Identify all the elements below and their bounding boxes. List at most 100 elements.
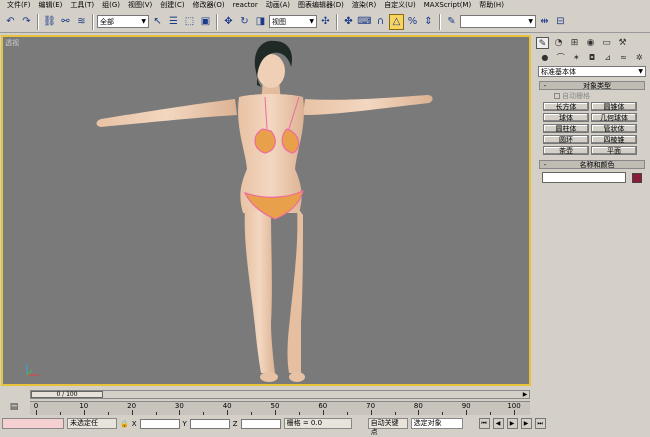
- teapot-button[interactable]: 茶壶: [543, 146, 589, 155]
- menu-bar: 文件(F) 编辑(E) 工具(T) 组(G) 视图(V) 创建(C) 修改器(O) react…: [0, 0, 650, 11]
- hierarchy-tab-icon[interactable]: ⊞: [568, 37, 581, 49]
- redo-icon[interactable]: ↷: [19, 14, 34, 30]
- auto-key-button[interactable]: 自动关键点: [367, 418, 408, 436]
- reference-coord-dropdown[interactable]: 视图 ▼: [269, 15, 317, 28]
- shapes-icon[interactable]: ⌒: [554, 52, 568, 64]
- go-to-end-icon[interactable]: ⏭: [534, 418, 546, 429]
- maxscript-listener-box[interactable]: [2, 418, 64, 429]
- menu-item-1[interactable]: 编辑(E): [35, 0, 67, 11]
- ruler-tick: [298, 412, 300, 415]
- object-type-rollout[interactable]: - 对象类型: [539, 81, 645, 90]
- selection-filter-dropdown[interactable]: 全部 ▼: [97, 15, 149, 28]
- sphere-button[interactable]: 球体: [543, 113, 589, 122]
- undo-icon[interactable]: ↶: [3, 14, 18, 30]
- named-selection-icon[interactable]: ✎: [444, 14, 459, 30]
- object-color-swatch[interactable]: [632, 172, 642, 183]
- object-type-title: 对象类型: [583, 81, 611, 90]
- utilities-tab-icon[interactable]: ⚒: [616, 37, 629, 49]
- scale-icon[interactable]: ◨: [253, 14, 268, 30]
- rect-region-icon[interactable]: ⬚: [182, 14, 197, 30]
- torus-button[interactable]: 圆环: [543, 135, 589, 144]
- plane-button[interactable]: 平面: [591, 146, 637, 155]
- name-color-rollout[interactable]: - 名称和颜色: [539, 160, 645, 169]
- keyboard-shortcut-icon[interactable]: ⌨: [357, 14, 372, 30]
- ruler-tick: [418, 410, 420, 415]
- x-coordinate-input[interactable]: [139, 418, 180, 429]
- angle-snap-icon[interactable]: △: [389, 13, 404, 30]
- menu-item-2[interactable]: 工具(T): [66, 0, 98, 11]
- spinner-snap-icon[interactable]: ⇕: [421, 14, 436, 30]
- menu-item-8[interactable]: 动画(A): [262, 0, 294, 11]
- selected-object-dropdown[interactable]: 选定对象: [410, 418, 463, 429]
- align-icon[interactable]: ⊟: [553, 14, 568, 30]
- lights-icon[interactable]: ✶: [569, 52, 583, 64]
- time-slider-thumb[interactable]: 0 / 100: [31, 391, 103, 398]
- x-label: X: [131, 419, 137, 428]
- command-panel: ✎ ◔ ⊞ ◉ ▭ ⚒ ● ⌒ ✶ ◘ ⊿ ≈ ✲ 标准基本体 ▼ - 对象类型 自…: [534, 35, 650, 386]
- previous-key-icon[interactable]: ◀: [492, 418, 504, 429]
- display-tab-icon[interactable]: ▭: [600, 37, 613, 49]
- go-to-start-icon[interactable]: ⏮: [478, 418, 490, 429]
- cylinder-button[interactable]: 圆柱体: [543, 124, 589, 133]
- menu-item-12[interactable]: MAXScript(M): [420, 0, 475, 11]
- perspective-viewport[interactable]: 透视: [1, 35, 531, 386]
- cameras-icon[interactable]: ◘: [585, 52, 599, 64]
- menu-item-13[interactable]: 帮助(H): [475, 0, 508, 11]
- box-button[interactable]: 长方体: [543, 102, 589, 111]
- ruler-tick: [490, 412, 492, 415]
- trackbar-icon[interactable]: ▤: [4, 402, 24, 414]
- percent-snap-icon[interactable]: %: [405, 14, 420, 30]
- menu-item-0[interactable]: 文件(F): [3, 0, 35, 11]
- menu-item-10[interactable]: 渲染(R): [348, 0, 380, 11]
- track-bar[interactable]: 0 10 20 30 40 50 60 70 80 90 100: [30, 401, 530, 415]
- geometry-category-dropdown[interactable]: 标准基本体 ▼: [538, 66, 646, 77]
- selection-filter-value: 全部: [100, 17, 114, 26]
- create-tab-icon[interactable]: ✎: [536, 37, 549, 49]
- menu-item-11[interactable]: 自定义(U): [380, 0, 420, 11]
- z-coordinate-input[interactable]: [240, 418, 281, 429]
- ruler-tick: [179, 410, 181, 415]
- spacewarps-icon[interactable]: ≈: [617, 52, 631, 64]
- select-by-name-icon[interactable]: ☰: [166, 14, 181, 30]
- menu-item-3[interactable]: 组(G): [98, 0, 124, 11]
- motion-tab-icon[interactable]: ◉: [584, 37, 597, 49]
- helpers-icon[interactable]: ⊿: [601, 52, 615, 64]
- menu-item-4[interactable]: 视图(V): [124, 0, 156, 11]
- named-selection-dropdown[interactable]: ▼: [460, 15, 536, 28]
- y-coordinate-input[interactable]: [189, 418, 230, 429]
- time-slider[interactable]: ◀ 0 / 100 ▶: [30, 390, 530, 399]
- play-icon[interactable]: ▶: [506, 418, 518, 429]
- object-name-input[interactable]: [542, 172, 626, 183]
- menu-item-6[interactable]: 修改器(O): [189, 0, 229, 11]
- ruler-tick: [346, 412, 348, 415]
- move-icon[interactable]: ✥: [221, 14, 236, 30]
- autogrid-checkbox[interactable]: 自动栅格: [554, 91, 650, 100]
- pivot-center-icon[interactable]: ✣: [318, 14, 333, 30]
- geometry-icon[interactable]: ●: [538, 52, 552, 64]
- select-manipulate-icon[interactable]: ✤: [341, 14, 356, 30]
- next-key-icon[interactable]: ▶: [520, 418, 532, 429]
- next-frame-icon[interactable]: ▶: [521, 391, 529, 398]
- chevron-down-icon: ▼: [638, 68, 643, 75]
- select-object-icon[interactable]: ↖: [150, 14, 165, 30]
- mirror-icon[interactable]: ⇹: [537, 14, 552, 30]
- lock-icon[interactable]: 🔒: [120, 420, 129, 428]
- ruler-tick: [394, 412, 396, 415]
- cone-button[interactable]: 圆锥体: [591, 102, 637, 111]
- modify-tab-icon[interactable]: ◔: [552, 37, 565, 49]
- bind-space-warp-icon[interactable]: ≋: [74, 14, 89, 30]
- window-crossing-icon[interactable]: ▣: [198, 14, 213, 30]
- menu-item-9[interactable]: 图表编辑器(D): [294, 0, 348, 11]
- menu-item-5[interactable]: 创建(C): [156, 0, 188, 11]
- snap-toggle-icon[interactable]: ∩: [373, 14, 388, 30]
- ruler-tick: [322, 410, 324, 415]
- pyramid-button[interactable]: 四棱锥: [591, 135, 637, 144]
- tube-button[interactable]: 管状体: [591, 124, 637, 133]
- geosphere-button[interactable]: 几何球体: [591, 113, 637, 122]
- menu-item-7[interactable]: reactor: [229, 0, 262, 11]
- link-icon[interactable]: ⛓: [42, 14, 57, 30]
- rotate-icon[interactable]: ↻: [237, 14, 252, 30]
- systems-icon[interactable]: ✲: [632, 52, 646, 64]
- chevron-down-icon: ▼: [309, 18, 314, 25]
- unlink-icon[interactable]: ⚯: [58, 14, 73, 30]
